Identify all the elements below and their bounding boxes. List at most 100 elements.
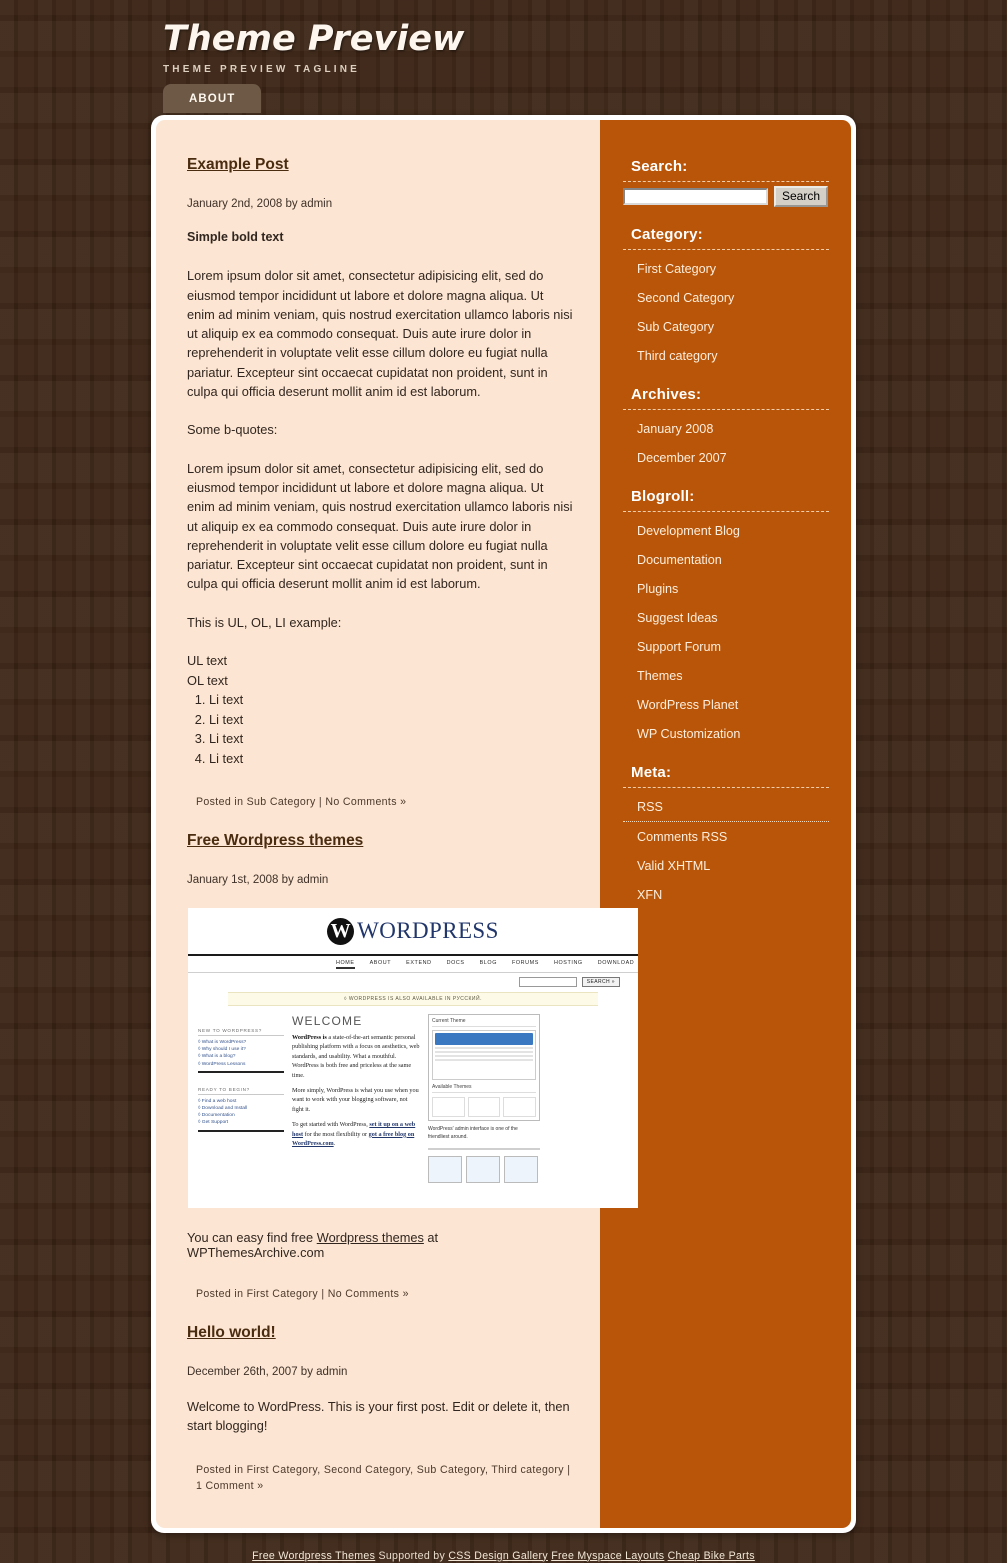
- sidebar-block-meta: Meta: RSS Comments RSS Valid XHTML XFN: [623, 764, 829, 909]
- post-paragraph-1: Welcome to WordPress. This is your first…: [187, 1399, 570, 1434]
- post-paragraph-1: Lorem ipsum dolor sit amet, consectetur …: [187, 268, 573, 400]
- archives-list: January 2008 December 2007: [623, 414, 829, 472]
- post-divider: [187, 1306, 574, 1324]
- sidebar-item-development-blog[interactable]: Development Blog: [623, 516, 829, 545]
- sidebar-heading-rule: [623, 409, 829, 410]
- sidebar-item-support-forum[interactable]: Support Forum: [623, 632, 829, 661]
- blogroll-list: Development Blog Documentation Plugins S…: [623, 516, 829, 748]
- post-meta-comments[interactable]: No Comments »: [325, 796, 406, 808]
- list-item: December 2007: [623, 443, 829, 472]
- post-meta-categories[interactable]: First Category: [247, 1288, 318, 1300]
- site-footer: Free Wordpress Themes Supported by CSS D…: [0, 1550, 1007, 1562]
- sidebar-item-wp-customization[interactable]: WP Customization: [623, 719, 829, 748]
- list-item: Li text: [209, 729, 574, 749]
- list-intro: This is UL, OL, LI example:: [187, 614, 342, 630]
- wordpress-themes-link[interactable]: Wordpress themes: [317, 1230, 424, 1245]
- list-item: RSS: [623, 792, 829, 822]
- wp-search-input: [518, 977, 577, 988]
- wp-links-new: ◊ What is WordPress? ◊ Why should I use …: [198, 1036, 284, 1073]
- post-title-link[interactable]: Free Wordpress themes: [187, 832, 363, 849]
- wp-theme-tile: [467, 1097, 501, 1118]
- sidebar-item-themes[interactable]: Themes: [623, 661, 829, 690]
- list-item: Suggest Ideas: [623, 603, 829, 632]
- post-title: Free Wordpress themes: [187, 832, 574, 850]
- main-container: Example Post January 2nd, 2008 by admin …: [151, 115, 856, 1533]
- post-meta-comments[interactable]: No Comments »: [328, 1288, 409, 1300]
- wp-thumb-header: [435, 1033, 533, 1046]
- wp-panel-title-available: Available Themes: [432, 1084, 536, 1094]
- wp-nav-item: BLOG: [479, 960, 497, 967]
- post-meta-categories[interactable]: Sub Category: [247, 796, 316, 808]
- post-title-link[interactable]: Example Post: [187, 156, 289, 173]
- wordpress-logo-icon: W: [327, 917, 355, 945]
- sidebar-item-suggest-ideas[interactable]: Suggest Ideas: [623, 603, 829, 632]
- list-item: Third category: [623, 341, 829, 370]
- footer-link-free-myspace-layouts[interactable]: Free Myspace Layouts: [551, 1550, 664, 1562]
- post-meta: Posted in Sub Category | No Comments »: [196, 794, 574, 810]
- post-meta-separator: |: [318, 796, 323, 809]
- post-body: Welcome to WordPress. This is your first…: [187, 1397, 574, 1436]
- tab-about[interactable]: ABOUT: [163, 84, 262, 113]
- post-meta: Posted in First Category, Second Categor…: [196, 1462, 574, 1494]
- list-item: Li text: [209, 710, 574, 730]
- post-meta-comments[interactable]: 1 Comment »: [196, 1480, 263, 1492]
- post-body: Simple bold text Lorem ipsum dolor sit a…: [187, 228, 574, 768]
- sidebar-item-plugins[interactable]: Plugins: [623, 574, 829, 603]
- footer-link-cheap-bike-parts[interactable]: Cheap Bike Parts: [668, 1550, 755, 1562]
- sidebar-item-first-category[interactable]: First Category: [623, 254, 829, 283]
- wp-divider: [428, 1148, 540, 1151]
- search-input[interactable]: [623, 188, 768, 205]
- post-title: Hello world!: [187, 1324, 574, 1342]
- sidebar-item-comments-rss[interactable]: Comments RSS: [623, 822, 829, 851]
- post-example-post: Example Post January 2nd, 2008 by admin …: [187, 156, 574, 810]
- wp-link-item: ◊ Download and Install: [198, 1106, 248, 1112]
- search-button[interactable]: Search: [774, 186, 829, 207]
- list-item: OL text: [187, 672, 228, 688]
- list-item: WordPress Planet: [623, 690, 829, 719]
- wp-thumb-line: [435, 1059, 533, 1062]
- sidebar-item-rss[interactable]: RSS: [623, 792, 829, 822]
- wp-theme-tile: [432, 1097, 465, 1118]
- sidebar-item-sub-category[interactable]: Sub Category: [623, 312, 829, 341]
- wp-link-item: ◊ Documentation: [198, 1113, 235, 1119]
- wp-nav: HOME ABOUT EXTEND DOCS BLOG FORUMS HOSTI…: [188, 956, 638, 974]
- wp-theme-panel: Current Theme Available Themes: [428, 1014, 540, 1122]
- post-title: Example Post: [187, 156, 574, 174]
- sidebar-block-search: Search: Search: [623, 158, 829, 207]
- sidebar-item-january-2008[interactable]: January 2008: [623, 414, 829, 443]
- category-list: First Category Second Category Sub Categ…: [623, 254, 829, 370]
- sidebar-heading-rule: [623, 787, 829, 788]
- post-meta-prefix: Posted in: [196, 796, 244, 809]
- sidebar-item-december-2007[interactable]: December 2007: [623, 443, 829, 472]
- footer-link-free-wordpress-themes[interactable]: Free Wordpress Themes: [252, 1550, 375, 1562]
- list-item: First Category: [623, 254, 829, 283]
- sidebar-item-documentation[interactable]: Documentation: [623, 545, 829, 574]
- wp-p3-mid: for the most flexibility or: [303, 1130, 369, 1138]
- sidebar-item-second-category[interactable]: Second Category: [623, 283, 829, 312]
- sidebar-heading-category: Category:: [631, 226, 703, 243]
- wp-strip-tile: [428, 1156, 462, 1184]
- list-item: January 2008: [623, 414, 829, 443]
- sidebar-item-xfn[interactable]: XFN: [623, 880, 829, 909]
- wp-middle-column: WELCOME WordPress is a state-of-the-art …: [292, 1014, 420, 1183]
- wp-search-row: SEARCH »: [188, 973, 638, 992]
- page-root: Theme Preview THEME PREVIEW TAGLINE ABOU…: [0, 0, 1007, 1562]
- wp-strip-tile: [466, 1156, 500, 1184]
- sidebar-item-wordpress-planet[interactable]: WordPress Planet: [623, 690, 829, 719]
- post-meta-categories[interactable]: First Category, Second Category, Sub Cat…: [247, 1464, 564, 1476]
- post-title-link[interactable]: Hello world!: [187, 1324, 276, 1341]
- post-note: You can easy find free Wordpress themes …: [187, 1230, 574, 1260]
- wp-panel-title-current: Current Theme: [432, 1018, 536, 1028]
- wp-paragraph-1-bold: WordPress is: [292, 1034, 327, 1042]
- wp-nav-item: HOME: [336, 960, 355, 970]
- wp-thumb-line: [435, 1047, 533, 1050]
- wp-subhead-new: NEW TO WORDPRESS?: [198, 1028, 284, 1037]
- list-item: WP Customization: [623, 719, 829, 748]
- footer-link-css-design-gallery[interactable]: CSS Design Gallery: [448, 1550, 548, 1562]
- sidebar-item-third-category[interactable]: Third category: [623, 341, 829, 370]
- sidebar-heading-rule: [623, 511, 829, 512]
- sidebar-item-valid-xhtml[interactable]: Valid XHTML: [623, 851, 829, 880]
- sidebar: Search: Search Category: First Category …: [600, 120, 851, 1528]
- post-date: January 1st, 2008 by admin: [187, 874, 329, 887]
- sidebar-block-archives: Archives: January 2008 December 2007: [623, 386, 829, 472]
